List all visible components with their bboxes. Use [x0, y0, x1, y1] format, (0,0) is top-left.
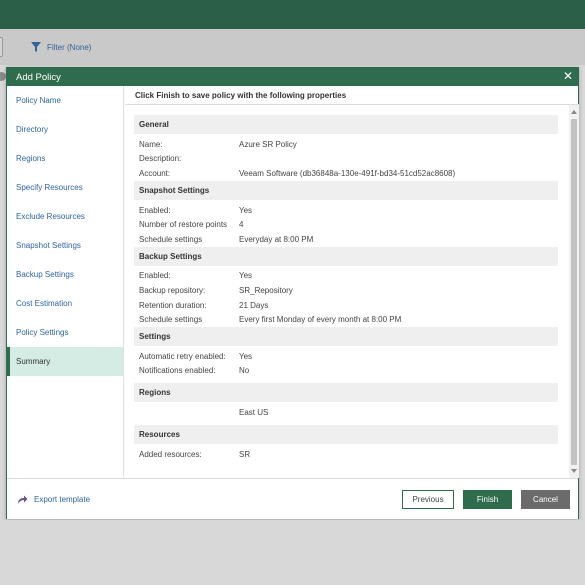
- section-regions: Regions: [134, 383, 558, 403]
- section-snapshot-settings: Snapshot Settings: [134, 180, 558, 200]
- summary-row: Schedule settings Everyday at 8:00 PM: [134, 232, 559, 247]
- summary-row: Schedule settings Every first Monday of e…: [134, 312, 559, 327]
- row-label: Automatic retry enabled:: [139, 351, 226, 361]
- add-policy-dialog: Add Policy ✕ Policy Name Directory Regio…: [6, 67, 579, 519]
- dialog-title: Add Policy: [16, 71, 61, 83]
- row-label: Name:: [139, 139, 163, 149]
- step-backup-settings[interactable]: Backup Settings: [7, 260, 123, 289]
- scroll-thumb[interactable]: [571, 119, 577, 465]
- row-label: Enabled:: [139, 205, 171, 215]
- step-policy-settings[interactable]: Policy Settings: [7, 318, 123, 347]
- row-label: Account:: [139, 168, 171, 178]
- filter-button[interactable]: Filter (None): [31, 42, 91, 52]
- toolbar-partial-button[interactable]: [0, 37, 3, 57]
- section-settings: Settings: [134, 326, 558, 346]
- filter-icon: [31, 42, 41, 52]
- row-label: Description:: [139, 154, 182, 164]
- step-exclude-resources[interactable]: Exclude Resources: [7, 202, 123, 231]
- finish-button[interactable]: Finish: [463, 490, 512, 509]
- row-value: Everyday at 8:00 PM: [239, 234, 314, 244]
- row-label: Schedule settings: [139, 234, 203, 244]
- step-specify-resources[interactable]: Specify Resources: [7, 173, 123, 202]
- step-regions[interactable]: Regions: [7, 144, 123, 173]
- row-value: East US: [239, 407, 269, 417]
- section-resources: Resources: [134, 424, 558, 444]
- summary-row: Number of restore points 4: [134, 217, 559, 232]
- export-arrow-icon: [18, 495, 28, 504]
- summary-row: Account: Veeam Software (db36848a-130e-49…: [134, 166, 559, 181]
- summary-row: Added resources: SR: [134, 447, 559, 462]
- row-label: Number of restore points: [139, 220, 228, 230]
- summary-row: Enabled: Yes: [134, 203, 559, 218]
- close-icon[interactable]: ✕: [562, 70, 574, 82]
- scroll-up-arrow-icon[interactable]: [571, 110, 577, 114]
- row-value: Azure SR Policy: [239, 139, 297, 149]
- section-backup-settings: Backup Settings: [134, 246, 558, 266]
- row-value: SR_Repository: [239, 285, 293, 295]
- summary-row: Name: Azure SR Policy: [134, 137, 559, 152]
- summary-panel: Click Finish to save policy with the fol…: [125, 86, 579, 478]
- summary-row: Enabled: Yes: [134, 269, 559, 284]
- row-value: No: [239, 366, 250, 376]
- export-template-link[interactable]: Export template: [17, 494, 90, 505]
- scroll-down-arrow-icon[interactable]: [571, 469, 577, 473]
- row-label: Enabled:: [139, 271, 171, 281]
- summary-header: Click Finish to save policy with the fol…: [125, 86, 579, 105]
- app-header-bar: [0, 0, 585, 29]
- summary-row: Notifications enabled: No: [134, 364, 559, 379]
- step-summary[interactable]: Summary: [7, 347, 123, 376]
- summary-row: Retention duration: 21 Days: [134, 298, 559, 313]
- dialog-title-bar: Add Policy ✕: [7, 68, 578, 86]
- export-template-label: Export template: [34, 495, 91, 504]
- vertical-scrollbar[interactable]: [569, 105, 579, 478]
- summary-row: Backup repository: SR_Repository: [134, 283, 559, 298]
- row-label: Added resources:: [139, 449, 202, 459]
- step-policy-name[interactable]: Policy Name: [7, 86, 123, 115]
- summary-row: Description:: [134, 152, 559, 167]
- row-value: Veeam Software (db36848a-130e-491f-bd34-…: [239, 168, 456, 178]
- filter-label: Filter (None): [47, 42, 92, 52]
- summary-content: General Name: Azure SR Policy Description…: [125, 106, 569, 478]
- step-snapshot-settings[interactable]: Snapshot Settings: [7, 231, 123, 260]
- wizard-steps-sidebar: Policy Name Directory Regions Specify Re…: [7, 86, 124, 478]
- row-value: 4: [239, 220, 244, 230]
- previous-button[interactable]: Previous: [402, 490, 454, 509]
- row-label: Retention duration:: [139, 300, 207, 310]
- cancel-button[interactable]: Cancel: [521, 490, 570, 509]
- summary-row: Automatic retry enabled: Yes: [134, 349, 559, 364]
- row-label: Schedule settings: [139, 315, 203, 325]
- row-value: Every first Monday of every month at 8:0…: [239, 315, 402, 325]
- row-value: 21 Days: [239, 300, 269, 310]
- summary-row: East US: [134, 405, 559, 420]
- step-cost-estimation[interactable]: Cost Estimation: [7, 289, 123, 318]
- step-directory[interactable]: Directory: [7, 115, 123, 144]
- row-value: SR: [239, 449, 251, 459]
- background-area: [0, 520, 585, 585]
- row-value: Yes: [239, 271, 253, 281]
- section-general: General: [134, 115, 558, 134]
- row-value: Yes: [239, 205, 253, 215]
- row-label: Notifications enabled:: [139, 366, 216, 376]
- row-value: Yes: [239, 351, 253, 361]
- row-label: Backup repository:: [139, 285, 206, 295]
- toolbar: Filter (None): [0, 29, 585, 65]
- dialog-footer: Export template Previous Finish Cancel: [7, 478, 578, 519]
